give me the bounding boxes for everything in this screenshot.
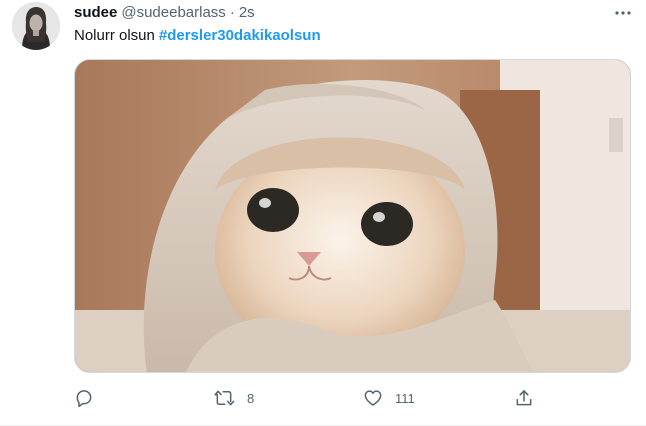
tweet-header: sudee @sudeebarlass · 2s [74, 3, 255, 23]
like-button[interactable]: 111 [363, 385, 415, 411]
avatar-image [12, 2, 60, 50]
timestamp[interactable]: 2s [239, 3, 255, 23]
share-icon [516, 390, 532, 406]
share-button[interactable] [514, 385, 534, 411]
avatar[interactable] [12, 2, 60, 50]
separator-dot: · [229, 4, 235, 21]
more-icon [615, 11, 631, 15]
like-count: 111 [395, 390, 415, 406]
heart-icon [364, 390, 382, 406]
reply-button[interactable] [74, 385, 106, 411]
retweet-button[interactable]: 8 [213, 385, 254, 411]
more-button[interactable] [606, 0, 640, 26]
retweet-count: 8 [247, 390, 255, 406]
tweet[interactable]: sudee @sudeebarlass · 2s Nolurr olsun #de… [0, 0, 646, 426]
tweet-media[interactable] [74, 59, 631, 373]
retweet-icon [214, 390, 235, 406]
tweet-actions: 8 111 [74, 385, 554, 411]
cat-in-blanket-photo [75, 60, 630, 372]
hashtag-link[interactable]: #dersler30dakikaolsun [159, 27, 321, 44]
reply-icon [76, 390, 92, 408]
display-name[interactable]: sudee [74, 3, 117, 23]
tweet-text: Nolurr olsun #dersler30dakikaolsun [74, 26, 321, 46]
user-handle[interactable]: @sudeebarlass [121, 3, 225, 23]
tweet-text-body: Nolurr olsun [74, 27, 155, 44]
